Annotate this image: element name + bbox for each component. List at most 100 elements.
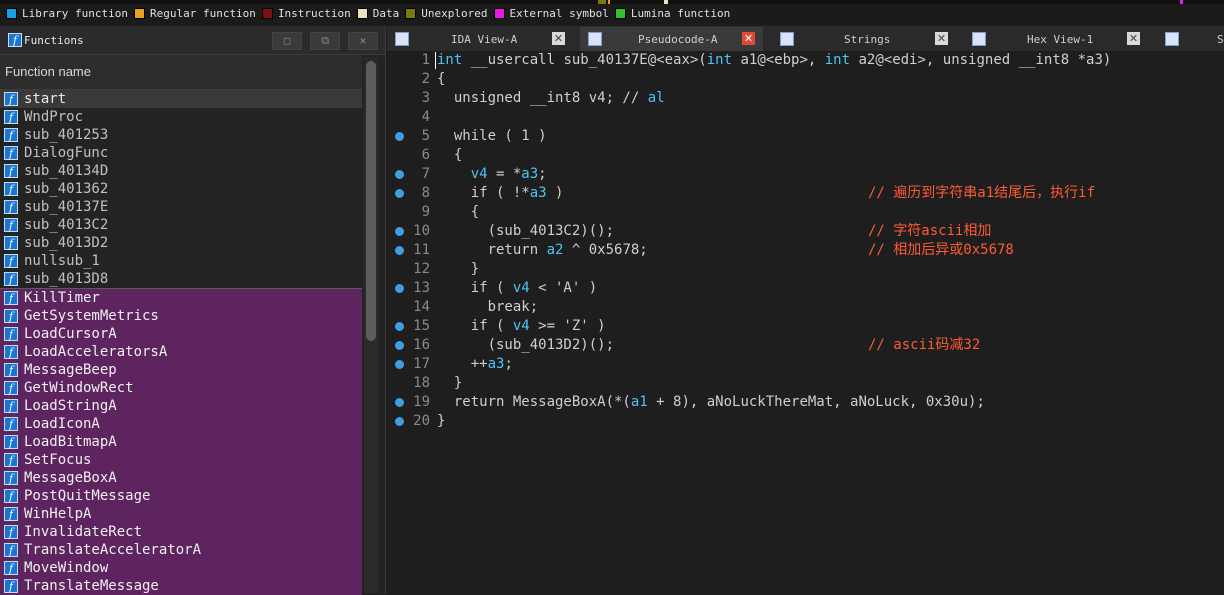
tab-close-icon[interactable]: ✕ bbox=[742, 32, 755, 45]
code-line[interactable]: 18 } bbox=[387, 374, 1224, 393]
panel-float-button[interactable]: □ bbox=[272, 32, 302, 50]
functions-panel: f Functions □ ⧉ ✕ Function name f start f W… bbox=[0, 27, 386, 595]
code-text: if ( v4 < 'A' ) bbox=[437, 280, 598, 296]
line-number: 3 bbox=[421, 90, 430, 106]
function-list-item[interactable]: f PostQuitMessage bbox=[0, 487, 362, 505]
code-line[interactable]: 20} bbox=[387, 412, 1224, 431]
function-list-item[interactable]: f InvalidateRect bbox=[0, 523, 362, 541]
function-list-item[interactable]: f TranslateMessage bbox=[0, 577, 362, 595]
scrollbar-thumb[interactable] bbox=[366, 61, 376, 341]
function-icon: f bbox=[4, 579, 18, 593]
function-list-item[interactable]: f LoadBitmapA bbox=[0, 433, 362, 451]
tab-hex-view-1[interactable]: Hex View-1 ✕ bbox=[964, 27, 1146, 51]
function-list-item[interactable]: f sub_4013C2 bbox=[0, 216, 362, 234]
function-list-item[interactable]: f TranslateAcceleratorA bbox=[0, 541, 362, 559]
function-name: MoveWindow bbox=[24, 560, 109, 576]
tab-pseudocode-a[interactable]: Pseudocode-A ✕ bbox=[580, 27, 763, 51]
function-list-item[interactable]: f sub_401253 bbox=[0, 126, 362, 144]
function-list-item[interactable]: f GetWindowRect bbox=[0, 379, 362, 397]
code-line[interactable]: 4 bbox=[387, 108, 1224, 127]
code-text: if ( !*a3 ) bbox=[437, 185, 564, 201]
function-list[interactable]: f start f WndProc f sub_401253 f DialogFunc f sub… bbox=[0, 90, 362, 595]
function-icon: f bbox=[4, 291, 18, 305]
legend-label: Unexplored bbox=[421, 7, 488, 20]
function-list-item[interactable]: f MessageBoxA bbox=[0, 469, 362, 487]
function-icon: f bbox=[4, 146, 18, 160]
code-line[interactable]: 1 int __usercall sub_40137E@<eax>(int a1@… bbox=[387, 51, 1224, 70]
tab-ida-view-a[interactable]: IDA View-A ✕ bbox=[387, 27, 574, 51]
code-line[interactable]: 13 if ( v4 < 'A' ) bbox=[387, 279, 1224, 298]
tab-s[interactable]: S bbox=[1157, 27, 1224, 51]
function-list-item[interactable]: f sub_4013D2 bbox=[0, 234, 362, 252]
function-list-item[interactable]: f LoadStringA bbox=[0, 397, 362, 415]
function-list-item[interactable]: f DialogFunc bbox=[0, 144, 362, 162]
legend-swatch bbox=[6, 8, 17, 19]
function-icon: f bbox=[4, 417, 18, 431]
panel-maximize-button[interactable]: ⧉ bbox=[310, 32, 340, 50]
code-line[interactable]: 11 return a2 ^ 0x5678; // 相加后异或0x5678 bbox=[387, 241, 1224, 260]
function-list-item[interactable]: f sub_4013D8 bbox=[0, 270, 362, 289]
code-line[interactable]: 12 } bbox=[387, 260, 1224, 279]
tab-view-icon bbox=[588, 32, 602, 46]
code-line[interactable]: 9 { bbox=[387, 203, 1224, 222]
function-name: WndProc bbox=[24, 109, 84, 125]
function-icon: f bbox=[4, 345, 18, 359]
code-line[interactable]: 2{ bbox=[387, 70, 1224, 89]
code-text: ++a3; bbox=[437, 356, 513, 372]
column-header-function-name[interactable]: Function name bbox=[0, 55, 362, 90]
tab-strings[interactable]: Strings ✕ bbox=[772, 27, 958, 51]
code-line[interactable]: 19 return MessageBoxA(*(a1 + 8), aNoLuck… bbox=[387, 393, 1224, 412]
function-list-item[interactable]: f nullsub_1 bbox=[0, 252, 362, 270]
legend-item: Instruction bbox=[261, 7, 351, 20]
function-list-item[interactable]: f LoadIconA bbox=[0, 415, 362, 433]
panel-close-button[interactable]: ✕ bbox=[348, 32, 378, 50]
function-list-item[interactable]: f GetSystemMetrics bbox=[0, 307, 362, 325]
legend-item: External symbol bbox=[493, 7, 609, 20]
function-list-scrollbar[interactable] bbox=[364, 57, 378, 594]
line-number: 15 bbox=[413, 318, 430, 334]
code-line[interactable]: 3 unsigned __int8 v4; // al bbox=[387, 89, 1224, 108]
code-line[interactable]: 5 while ( 1 ) bbox=[387, 127, 1224, 146]
code-line[interactable]: 8 if ( !*a3 ) // 遍历到字符串a1结尾后，执行if bbox=[387, 184, 1224, 203]
code-line[interactable]: 7 v4 = *a3; bbox=[387, 165, 1224, 184]
function-name: nullsub_1 bbox=[24, 253, 100, 269]
code-line[interactable]: 14 break; bbox=[387, 298, 1224, 317]
code-text: return a2 ^ 0x5678; bbox=[437, 242, 648, 258]
tab-label: IDA View-A bbox=[451, 33, 518, 46]
code-line[interactable]: 17 ++a3; bbox=[387, 355, 1224, 374]
legend-item: Unexplored bbox=[405, 7, 488, 20]
function-list-item[interactable]: f LoadCursorA bbox=[0, 325, 362, 343]
line-number: 12 bbox=[413, 261, 430, 277]
function-icon: f bbox=[4, 128, 18, 142]
function-list-item[interactable]: f KillTimer bbox=[0, 289, 362, 307]
code-text: { bbox=[437, 147, 463, 163]
tab-close-icon[interactable]: ✕ bbox=[552, 32, 565, 45]
function-list-item[interactable]: f sub_40134D bbox=[0, 162, 362, 180]
code-comment: // 字符ascii相加 bbox=[868, 223, 992, 239]
function-list-item[interactable]: f MoveWindow bbox=[0, 559, 362, 577]
function-list-item[interactable]: f WndProc bbox=[0, 108, 362, 126]
function-list-item[interactable]: f sub_401362 bbox=[0, 180, 362, 198]
code-line[interactable]: 10 (sub_4013C2)(); // 字符ascii相加 bbox=[387, 222, 1224, 241]
function-list-item[interactable]: f start bbox=[0, 90, 362, 108]
line-number: 9 bbox=[421, 204, 430, 220]
tab-close-icon[interactable]: ✕ bbox=[935, 32, 948, 45]
code-line[interactable]: 15 if ( v4 >= 'Z' ) bbox=[387, 317, 1224, 336]
legend-swatch bbox=[405, 8, 417, 19]
function-list-item[interactable]: f WinHelpA bbox=[0, 505, 362, 523]
pseudocode-view[interactable]: 1 int __usercall sub_40137E@<eax>(int a1@… bbox=[387, 51, 1224, 594]
function-list-item[interactable]: f sub_40137E bbox=[0, 198, 362, 216]
tab-close-icon[interactable]: ✕ bbox=[1127, 32, 1140, 45]
function-list-item[interactable]: f SetFocus bbox=[0, 451, 362, 469]
function-name: KillTimer bbox=[24, 290, 100, 306]
function-icon: f bbox=[4, 453, 18, 467]
function-name: LoadBitmapA bbox=[24, 434, 117, 450]
function-name: GetWindowRect bbox=[24, 380, 134, 396]
function-list-item[interactable]: f MessageBeep bbox=[0, 361, 362, 379]
navigation-band[interactable] bbox=[0, 0, 1224, 4]
code-line[interactable]: 6 { bbox=[387, 146, 1224, 165]
legend-item: Library function bbox=[6, 7, 128, 20]
function-list-item[interactable]: f LoadAcceleratorsA bbox=[0, 343, 362, 361]
code-text: if ( v4 >= 'Z' ) bbox=[437, 318, 606, 334]
code-line[interactable]: 16 (sub_4013D2)(); // ascii码减32 bbox=[387, 336, 1224, 355]
